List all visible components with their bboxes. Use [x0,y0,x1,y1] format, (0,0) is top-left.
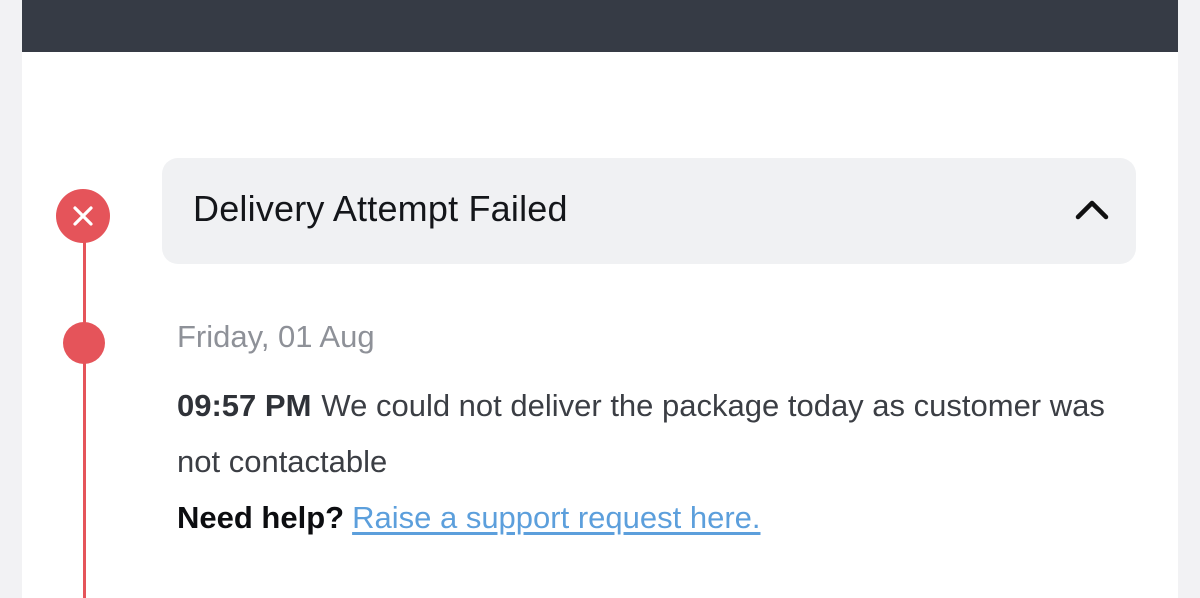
event-description: 09:57 PM We could not deliver the package… [177,378,1127,490]
close-icon [56,189,110,243]
chevron-up-icon[interactable] [1074,196,1110,222]
help-label: Need help? [177,500,345,535]
status-title: Delivery Attempt Failed [193,188,568,229]
event-date: Friday, 01 Aug [177,319,375,354]
support-request-link[interactable]: Raise a support request here. [352,500,760,535]
timeline-dot [63,322,105,364]
header-bar [22,0,1178,52]
event-time: 09:57 PM [177,388,312,423]
tracking-event: Friday, 01 Aug 09:57 PM We could not deli… [177,318,1127,546]
help-line: Need help? Raise a support request here. [177,490,1127,546]
timeline-line [83,238,86,598]
event-message: We could not deliver the package today a… [177,388,1105,479]
status-accordion-header[interactable]: Delivery Attempt Failed [162,158,1136,264]
